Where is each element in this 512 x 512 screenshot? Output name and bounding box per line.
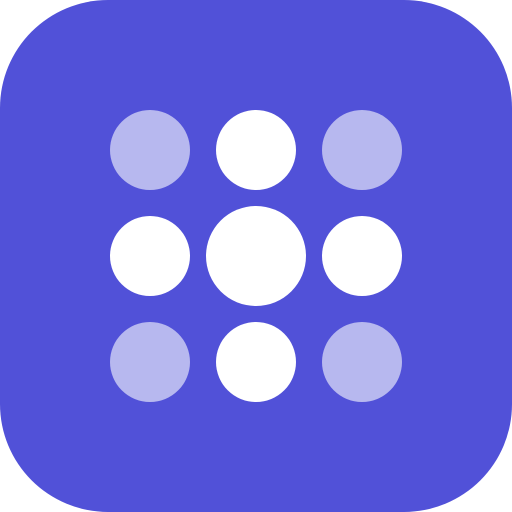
dot-top-right [322,110,402,190]
dot-top-left [110,110,190,190]
dot-center-large [206,206,306,306]
dot-bottom-center [216,322,296,402]
dot-bottom-right [322,322,402,402]
app-icon-tile[interactable] [0,0,512,512]
dot-middle-right [322,216,402,296]
dot-bottom-left [110,322,190,402]
dot-top-center [216,110,296,190]
dot-middle-left [110,216,190,296]
